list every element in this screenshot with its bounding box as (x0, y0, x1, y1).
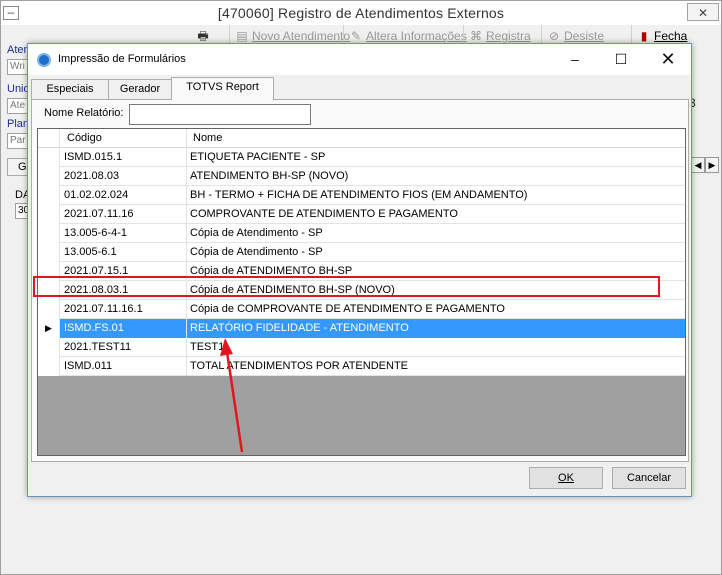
registra-label: Registra (486, 29, 531, 43)
tab-scroll-arrows: ◀ ▶ (691, 157, 721, 173)
table-row[interactable]: 01.02.02.024 BH - TERMO + FICHA DE ATENDI… (38, 186, 685, 205)
cell-codigo[interactable]: ISMD.015.1 (60, 148, 187, 167)
cell-codigo[interactable]: ISMD.011 (60, 357, 187, 376)
row-selector[interactable] (38, 300, 60, 319)
tab-totvs-report[interactable]: TOTVS Report (171, 77, 274, 100)
table-row[interactable]: ISMD.011 TOTAL ATENDIMENTOS POR ATENDENTE (38, 357, 685, 376)
ok-button[interactable]: OK (529, 467, 603, 489)
dialog-title-bar: Impressão de Formulários – ☐ ✕ (28, 44, 691, 75)
cell-nome[interactable]: Cópia de ATENDIMENTO BH-SP (187, 262, 685, 281)
cell-nome[interactable]: TOTAL ATENDIMENTOS POR ATENDENTE (187, 357, 685, 376)
cell-nome[interactable]: Cópia de Atendimento - SP (187, 224, 685, 243)
row-selector[interactable] (38, 205, 60, 224)
tab-gerador[interactable]: Gerador (108, 79, 172, 99)
nome-relatorio-label: Nome Relatório: (44, 107, 124, 119)
row-selector[interactable]: ▶ (38, 319, 60, 338)
cell-codigo[interactable]: 2021.TEST11 (60, 338, 187, 357)
row-selector[interactable] (38, 224, 60, 243)
tab-especiais[interactable]: Especiais (31, 79, 109, 99)
novo-atendimento-label: Novo Atendimento (252, 29, 351, 43)
dialog-maximize-button[interactable]: ☐ (598, 44, 644, 75)
main-close-button[interactable]: ✕ (687, 3, 719, 21)
cell-codigo[interactable]: 2021.07.11.16.1 (60, 300, 187, 319)
plan-label: Plan (7, 118, 30, 130)
row-selector[interactable] (38, 281, 60, 300)
table-row[interactable]: 2021.08.03 ATENDIMENTO BH-SP (NOVO) (38, 167, 685, 186)
dialog-tabs: Especiais Gerador TOTVS Report (31, 77, 691, 100)
impressao-formularios-dialog: Impressão de Formulários – ☐ ✕ Especiais… (27, 43, 692, 497)
cell-nome[interactable]: COMPROVANTE DE ATENDIMENTO E PAGAMENTO (187, 205, 685, 224)
fecha-label: Fecha (654, 29, 688, 43)
table-row[interactable]: 2021.TEST11 TEST11 (38, 338, 685, 357)
cell-nome[interactable]: TEST11 (187, 338, 685, 357)
column-header-codigo[interactable]: Código (60, 129, 187, 148)
desiste-label: Desiste (564, 29, 605, 43)
row-selector[interactable] (38, 338, 60, 357)
cancel-button[interactable]: Cancelar (612, 467, 686, 489)
table-row[interactable]: 13.005-6.1 Cópia de Atendimento - SP (38, 243, 685, 262)
row-selector[interactable] (38, 243, 60, 262)
altera-informacoes-label: Altera Informações (366, 29, 467, 43)
row-selector[interactable] (38, 186, 60, 205)
row-selector[interactable] (38, 262, 60, 281)
table-row[interactable]: 2021.07.11.16 COMPROVANTE DE ATENDIMENTO … (38, 205, 685, 224)
table-row[interactable]: 2021.07.11.16.1 Cópia de COMPROVANTE DE A… (38, 300, 685, 319)
nome-relatorio-input[interactable] (129, 104, 311, 125)
dialog-close-button[interactable]: ✕ (645, 44, 691, 75)
cell-codigo[interactable]: 2021.08.03 (60, 167, 187, 186)
main-title-bar: – [470060] Registro de Atendimentos Exte… (1, 1, 721, 25)
dialog-title: Impressão de Formulários (58, 53, 186, 65)
main-window-title: [470060] Registro de Atendimentos Extern… (217, 5, 505, 21)
scroll-left-icon[interactable]: ◀ (691, 157, 705, 173)
cell-codigo[interactable]: ISMD.FS.01 (60, 319, 187, 338)
row-selector-header (38, 129, 60, 148)
table-row[interactable]: ▶ ISMD.FS.01 RELATÓRIO FIDELIDADE - ATENDI… (38, 319, 685, 338)
app-logo-icon (37, 53, 51, 67)
row-selector[interactable] (38, 167, 60, 186)
ok-label: OK (558, 472, 574, 484)
current-row-pointer-icon: ▶ (45, 323, 52, 333)
cell-codigo[interactable]: 01.02.02.024 (60, 186, 187, 205)
scroll-right-icon[interactable]: ▶ (705, 157, 719, 173)
table-row[interactable]: 2021.08.03.1 Cópia de ATENDIMENTO BH-SP (… (38, 281, 685, 300)
column-header-nome[interactable]: Nome (187, 129, 685, 148)
cell-nome[interactable]: RELATÓRIO FIDELIDADE - ATENDIMENTO (187, 319, 685, 338)
cell-codigo[interactable]: 13.005-6.1 (60, 243, 187, 262)
dialog-minimize-button[interactable]: – (552, 44, 598, 75)
cell-nome[interactable]: BH - TERMO + FICHA DE ATENDIMENTO FIOS (… (187, 186, 685, 205)
table-row[interactable]: ISMD.015.1 ETIQUETA PACIENTE - SP (38, 148, 685, 167)
cell-codigo[interactable]: 2021.08.03.1 (60, 281, 187, 300)
row-selector[interactable] (38, 148, 60, 167)
cell-nome[interactable]: Cópia de Atendimento - SP (187, 243, 685, 262)
table-row[interactable]: 2021.07.15.1 Cópia de ATENDIMENTO BH-SP (38, 262, 685, 281)
cell-nome[interactable]: Cópia de ATENDIMENTO BH-SP (NOVO) (187, 281, 685, 300)
cell-codigo[interactable]: 13.005-6-4-1 (60, 224, 187, 243)
cell-nome[interactable]: ETIQUETA PACIENTE - SP (187, 148, 685, 167)
cell-nome[interactable]: Cópia de COMPROVANTE DE ATENDIMENTO E PA… (187, 300, 685, 319)
grid-rows: ISMD.015.1 ETIQUETA PACIENTE - SP 2021.08… (38, 148, 685, 376)
cell-nome[interactable]: ATENDIMENTO BH-SP (NOVO) (187, 167, 685, 186)
report-grid: Código Nome ISMD.015.1 ETIQUETA PACIENTE… (37, 128, 686, 456)
table-row[interactable]: 13.005-6-4-1 Cópia de Atendimento - SP (38, 224, 685, 243)
cell-codigo[interactable]: 2021.07.15.1 (60, 262, 187, 281)
cell-codigo[interactable]: 2021.07.11.16 (60, 205, 187, 224)
grid-header: Código Nome (38, 129, 685, 148)
cancel-label: Cancelar (626, 472, 672, 484)
row-selector[interactable] (38, 357, 60, 376)
